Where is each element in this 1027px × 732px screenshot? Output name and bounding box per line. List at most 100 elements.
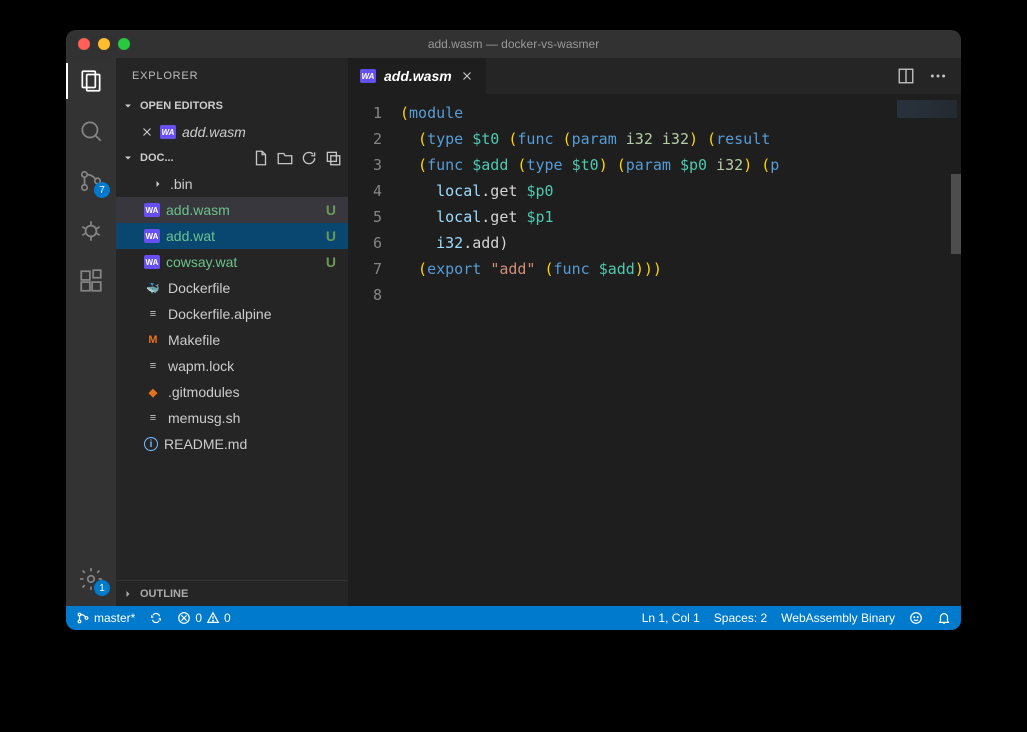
- file-item[interactable]: ≡ memusg.sh: [116, 405, 348, 431]
- file-tree: .bin WA add.wasm U WA add.wat U WA cowsay.wat U 🐳 D…: [116, 171, 348, 580]
- file-icon: ≡: [144, 410, 162, 426]
- wasm-file-icon: WA: [144, 229, 160, 243]
- file-item[interactable]: WA add.wasm U: [116, 197, 348, 223]
- open-editors-header[interactable]: OPEN EDITORS: [116, 93, 348, 119]
- error-icon: [177, 611, 191, 625]
- new-folder-icon[interactable]: [276, 149, 294, 167]
- activity-bar: 7 1: [66, 58, 116, 606]
- explorer-activity-icon[interactable]: [78, 68, 104, 94]
- file-name: add.wasm: [166, 202, 230, 218]
- open-editors-label: OPEN EDITORS: [140, 100, 223, 112]
- line-numbers: 12345678: [348, 94, 400, 606]
- git-status: U: [326, 228, 340, 244]
- file-name: Dockerfile.alpine: [168, 306, 272, 322]
- makefile-icon: M: [144, 332, 162, 348]
- file-item[interactable]: ◆ .gitmodules: [116, 379, 348, 405]
- status-bar: master* 0 0 Ln 1, Col 1 Spaces: 2 WebAss…: [66, 606, 961, 630]
- git-icon: ◆: [144, 384, 162, 400]
- file-item[interactable]: ≡ wapm.lock: [116, 353, 348, 379]
- open-editor-filename: add.wasm: [182, 124, 246, 140]
- open-editor-item[interactable]: WA add.wasm: [116, 119, 348, 145]
- settings-badge: 1: [94, 580, 110, 596]
- warning-count: 0: [224, 611, 231, 625]
- scrollbar-thumb[interactable]: [951, 174, 961, 254]
- editor-area: WA add.wasm 12345678 (module (type $t0 (…: [348, 58, 961, 606]
- sidebar: EXPLORER OPEN EDITORS WAadd.wasm DOC... …: [116, 58, 348, 606]
- minimap[interactable]: [897, 100, 957, 118]
- file-name: Makefile: [168, 332, 220, 348]
- docker-icon: 🐳: [144, 280, 162, 296]
- search-activity-icon[interactable]: [78, 118, 104, 144]
- debug-activity-icon[interactable]: [78, 218, 104, 244]
- split-editor-icon[interactable]: [897, 67, 915, 85]
- editor-tab[interactable]: WA add.wasm: [348, 58, 487, 94]
- wasm-file-icon: WA: [144, 255, 160, 269]
- editor-code[interactable]: 12345678 (module (type $t0 (func (param …: [348, 94, 961, 606]
- folder-label: DOC...: [140, 152, 174, 164]
- chevron-right-icon: [152, 178, 164, 190]
- collapse-all-icon[interactable]: [324, 149, 342, 167]
- folder-header[interactable]: DOC...: [116, 145, 348, 171]
- cursor-position[interactable]: Ln 1, Col 1: [642, 611, 700, 625]
- info-icon: i: [144, 437, 158, 451]
- open-editors-list: WA add.wasm: [116, 119, 348, 145]
- close-window-button[interactable]: [78, 38, 90, 50]
- tab-filename: add.wasm: [384, 68, 452, 84]
- more-actions-icon[interactable]: [929, 67, 947, 85]
- folder-name: .bin: [170, 176, 193, 192]
- file-name: memusg.sh: [168, 410, 240, 426]
- file-item[interactable]: WA cowsay.wat U: [116, 249, 348, 275]
- code-content[interactable]: (module (type $t0 (func (param i32 i32) …: [400, 94, 961, 606]
- window-title: add.wasm — docker-vs-wasmer: [428, 37, 599, 51]
- minimize-window-button[interactable]: [98, 38, 110, 50]
- chevron-right-icon: [122, 588, 134, 600]
- file-icon: ≡: [144, 306, 162, 322]
- branch-name: master*: [94, 611, 135, 625]
- wasm-file-icon: WA: [144, 203, 160, 217]
- feedback-icon[interactable]: [909, 611, 923, 625]
- indentation-status[interactable]: Spaces: 2: [714, 611, 767, 625]
- scm-badge: 7: [94, 182, 110, 198]
- file-name: cowsay.wat: [166, 254, 237, 270]
- maximize-window-button[interactable]: [118, 38, 130, 50]
- branch-status[interactable]: master*: [76, 611, 135, 625]
- outline-header[interactable]: OUTLINE: [116, 580, 348, 606]
- sidebar-title: EXPLORER: [116, 58, 348, 93]
- extensions-activity-icon[interactable]: [78, 268, 104, 294]
- titlebar[interactable]: add.wasm — docker-vs-wasmer: [66, 30, 961, 58]
- file-item[interactable]: i README.md: [116, 431, 348, 457]
- file-item[interactable]: WA add.wat U: [116, 223, 348, 249]
- file-name: add.wat: [166, 228, 215, 244]
- file-item[interactable]: 🐳 Dockerfile: [116, 275, 348, 301]
- close-icon[interactable]: [140, 125, 154, 139]
- git-status: U: [326, 202, 340, 218]
- wasm-file-icon: WA: [360, 69, 376, 83]
- notifications-icon[interactable]: [937, 611, 951, 625]
- tab-bar: WA add.wasm: [348, 58, 961, 94]
- file-item[interactable]: ≡ Dockerfile.alpine: [116, 301, 348, 327]
- git-status: U: [326, 254, 340, 270]
- refresh-icon[interactable]: [300, 149, 318, 167]
- file-item[interactable]: M Makefile: [116, 327, 348, 353]
- error-count: 0: [195, 611, 202, 625]
- file-name: .gitmodules: [168, 384, 240, 400]
- warning-icon: [206, 611, 220, 625]
- file-name: Dockerfile: [168, 280, 230, 296]
- new-file-icon[interactable]: [252, 149, 270, 167]
- close-tab-icon[interactable]: [460, 69, 474, 83]
- folder-item[interactable]: .bin: [116, 171, 348, 197]
- scm-activity-icon[interactable]: 7: [78, 168, 104, 194]
- language-mode[interactable]: WebAssembly Binary: [781, 611, 895, 625]
- chevron-down-icon: [122, 100, 134, 112]
- file-name: wapm.lock: [168, 358, 234, 374]
- sync-status[interactable]: [149, 611, 163, 625]
- outline-label: OUTLINE: [140, 588, 188, 600]
- file-icon: ≡: [144, 358, 162, 374]
- chevron-down-icon: [122, 152, 134, 164]
- settings-gear-icon[interactable]: 1: [78, 566, 104, 592]
- file-name: README.md: [164, 436, 247, 452]
- wasm-file-icon: WA: [160, 125, 176, 139]
- problems-status[interactable]: 0 0: [177, 611, 230, 625]
- vscode-window: add.wasm — docker-vs-wasmer 7: [66, 30, 961, 630]
- traffic-lights: [78, 38, 130, 50]
